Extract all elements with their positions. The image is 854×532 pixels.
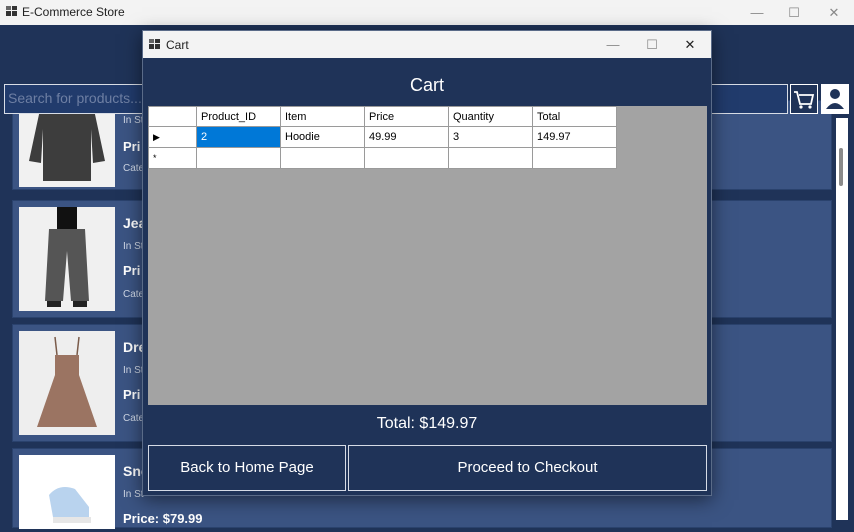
product-price: Price: $79.99 (123, 511, 203, 526)
user-icon (826, 89, 844, 109)
table-cell[interactable] (196, 147, 281, 169)
cart-table: Product_ID Item Price Quantity Total ▶ 2… (148, 106, 617, 169)
table-cell[interactable] (448, 147, 533, 169)
column-header[interactable]: Quantity (448, 106, 533, 127)
column-header[interactable]: Price (364, 106, 449, 127)
table-row-new[interactable]: * (148, 147, 617, 169)
cart-icon (794, 91, 815, 109)
minimize-button[interactable]: — (737, 0, 777, 25)
product-list-scrollbar[interactable] (836, 118, 848, 520)
jeans-image (19, 207, 115, 311)
product-price: Pri (123, 387, 141, 402)
cart-maximize-button[interactable]: ☐ (632, 31, 672, 58)
column-header[interactable]: Item (280, 106, 365, 127)
close-button[interactable]: ✕ (814, 0, 854, 25)
table-cell[interactable] (532, 147, 617, 169)
product-stock: In St (123, 365, 144, 376)
cart-grid-area: Product_ID Item Price Quantity Total ▶ 2… (148, 106, 707, 405)
product-stock: In St (123, 115, 144, 126)
cart-dialog: Cart — ☐ ✕ Cart Product_ID Item Price Qu… (142, 30, 712, 496)
product-category: Cate (123, 289, 145, 300)
row-header-corner (148, 106, 197, 127)
product-category: Cate (123, 413, 145, 424)
table-header-row: Product_ID Item Price Quantity Total (148, 106, 617, 127)
cart-heading: Cart (409, 75, 444, 95)
search-input-right[interactable] (700, 84, 788, 114)
row-selector-icon[interactable]: ▶ (148, 126, 197, 148)
table-cell[interactable]: 3 (448, 126, 533, 148)
product-price: Pri (123, 263, 141, 278)
table-cell[interactable]: Hoodie (280, 126, 365, 148)
cart-window-title: Cart (166, 38, 189, 52)
cart-minimize-button[interactable]: — (593, 31, 633, 58)
cart-button[interactable] (790, 84, 818, 114)
table-cell[interactable]: 2 (196, 126, 281, 148)
product-stock: In St (123, 241, 144, 252)
column-header[interactable]: Total (532, 106, 617, 127)
app-icon (6, 6, 17, 16)
back-to-home-button[interactable]: Back to Home Page (148, 445, 346, 491)
scrollbar-thumb[interactable] (839, 148, 843, 186)
product-price: Pri (123, 139, 141, 154)
proceed-to-checkout-button[interactable]: Proceed to Checkout (348, 445, 707, 491)
table-cell[interactable] (364, 147, 449, 169)
table-row[interactable]: ▶ 2 Hoodie 49.99 3 149.97 (148, 126, 617, 148)
sneaker-image (19, 455, 115, 529)
window-title: E-Commerce Store (22, 5, 125, 19)
column-header[interactable]: Product_ID (196, 106, 281, 127)
table-cell[interactable] (280, 147, 365, 169)
new-row-marker[interactable]: * (148, 147, 197, 169)
product-stock: In St (123, 489, 144, 500)
user-profile-button[interactable] (821, 84, 849, 114)
table-cell[interactable]: 149.97 (532, 126, 617, 148)
maximize-button[interactable]: ☐ (774, 0, 814, 25)
cart-close-button[interactable]: ✕ (670, 31, 710, 58)
table-cell[interactable]: 49.99 (364, 126, 449, 148)
main-titlebar: E-Commerce Store — ☐ ✕ (0, 0, 854, 25)
dress-image (19, 331, 115, 435)
app-icon (149, 39, 160, 49)
product-category: Cate (123, 163, 145, 174)
cart-titlebar: Cart — ☐ ✕ (143, 31, 711, 58)
cart-total: Total: $149.97 (376, 415, 478, 432)
